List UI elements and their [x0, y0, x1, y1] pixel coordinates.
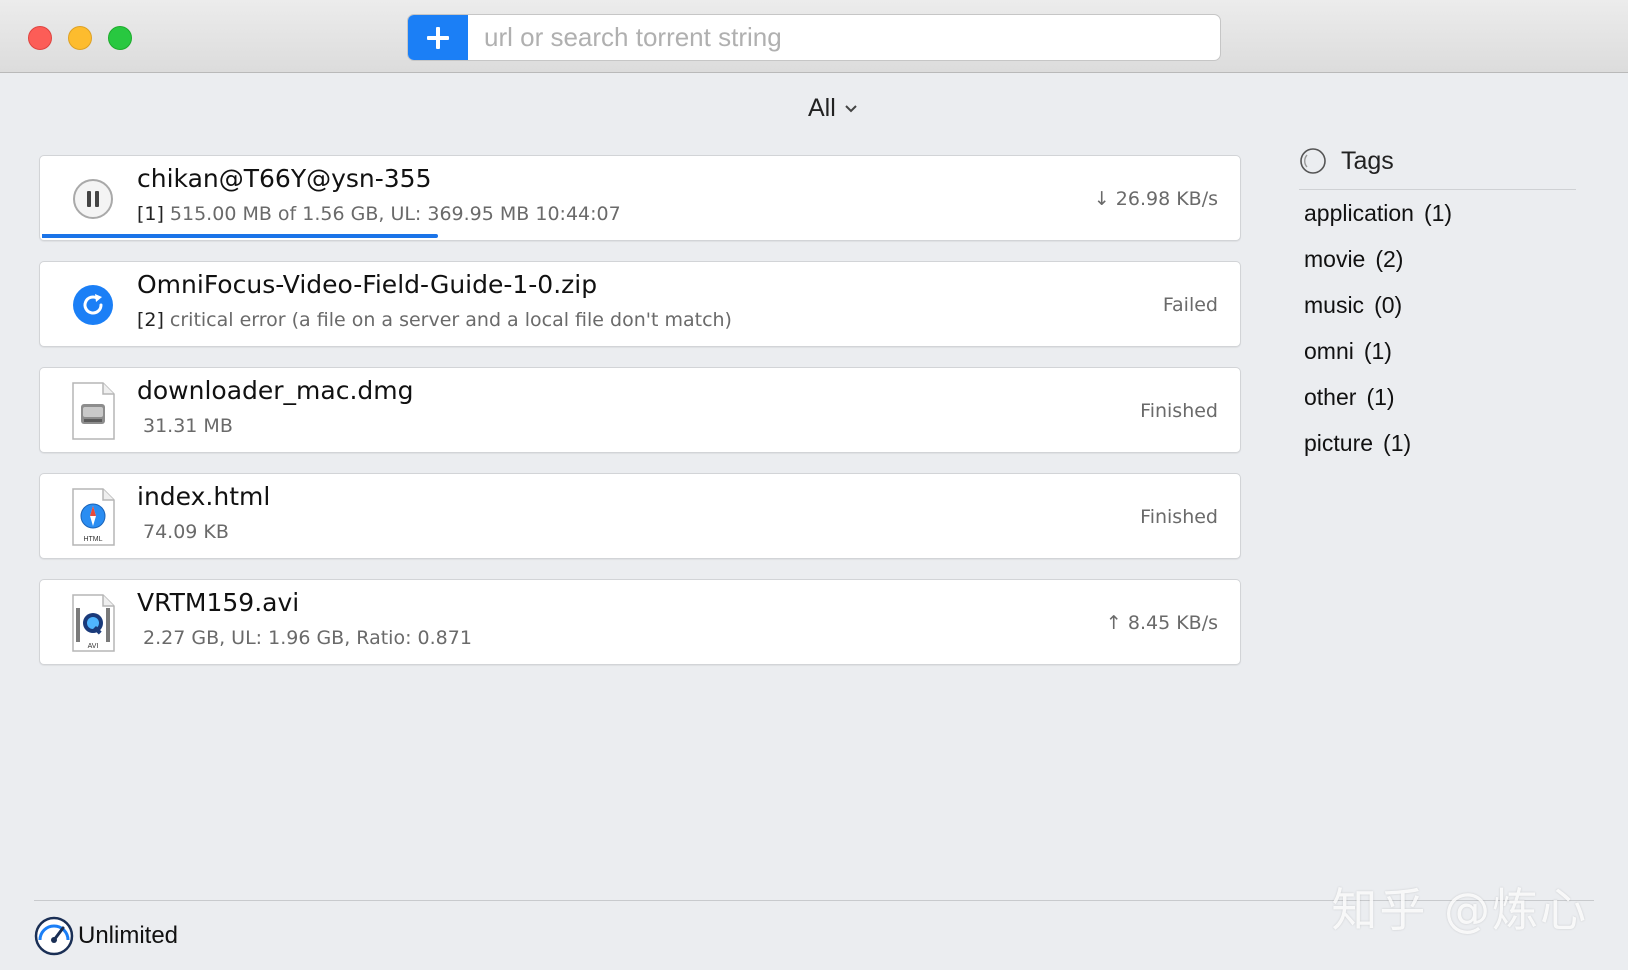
title-bar: [0, 0, 1628, 73]
disk-image-file-icon: [72, 382, 115, 440]
plus-icon: [427, 26, 449, 49]
download-detail-text: 515.00 MB of 1.56 GB, UL: 369.95 MB 10:4…: [169, 203, 621, 225]
speedometer-icon: [34, 916, 74, 956]
tag-name: music: [1304, 292, 1365, 318]
retry-button[interactable]: [68, 280, 118, 330]
tag-count: (0): [1374, 292, 1403, 318]
close-window-button[interactable]: [28, 26, 52, 50]
download-detail: [2] critical error (a file on a server an…: [137, 309, 732, 331]
tag-name: omni: [1304, 338, 1354, 364]
filter-label: All: [808, 94, 836, 122]
tag-circle-icon: [1300, 148, 1326, 174]
html-file-icon: HTML: [72, 488, 115, 546]
download-index: [1]: [137, 203, 164, 225]
download-row[interactable]: HTML index.html 74.09 KB Finished: [39, 473, 1241, 559]
avi-file-label: AVI: [88, 643, 99, 650]
tag-item-other[interactable]: other (1): [1299, 374, 1576, 420]
download-list: chikan@T66Y@ysn-355 [1] 515.00 MB of 1.56…: [39, 155, 1241, 685]
tag-item-music[interactable]: music (0): [1299, 282, 1576, 328]
tag-item-picture[interactable]: picture (1): [1299, 420, 1576, 466]
search-bar: [407, 14, 1221, 61]
download-row[interactable]: downloader_mac.dmg 31.31 MB Finished: [39, 367, 1241, 453]
speed-limit-button[interactable]: Unlimited: [34, 916, 178, 956]
file-icon-wrap: AVI: [68, 594, 118, 652]
download-row[interactable]: AVI VRTM159.avi 2.27 GB, UL: 1.96 GB, Ra…: [39, 579, 1241, 665]
tag-item-movie[interactable]: movie (2): [1299, 236, 1576, 282]
download-speed: ↑ 8.45 KB/s: [1105, 612, 1218, 634]
download-detail-text: critical error (a file on a server and a…: [169, 309, 732, 331]
download-index: [2]: [137, 309, 164, 331]
download-row[interactable]: chikan@T66Y@ysn-355 [1] 515.00 MB of 1.56…: [39, 155, 1241, 241]
download-speed: ↓ 26.98 KB/s: [1093, 188, 1218, 210]
minimize-window-button[interactable]: [68, 26, 92, 50]
download-row[interactable]: OmniFocus-Video-Field-Guide-1-0.zip [2] c…: [39, 261, 1241, 347]
file-icon-wrap: [68, 382, 118, 440]
file-icon-wrap: HTML: [68, 488, 118, 546]
download-status: Finished: [1140, 506, 1218, 528]
download-detail-text: 2.27 GB, UL: 1.96 GB, Ratio: 0.871: [143, 627, 472, 649]
watermark: 知乎 @炼心: [1331, 883, 1588, 937]
download-title: OmniFocus-Video-Field-Guide-1-0.zip: [137, 270, 598, 299]
progress-bar: [42, 234, 438, 238]
pause-icon: [73, 179, 113, 219]
pause-button[interactable]: [68, 174, 118, 224]
search-input[interactable]: [468, 15, 1220, 60]
download-title: chikan@T66Y@ysn-355: [137, 164, 432, 193]
tag-count: (1): [1366, 384, 1395, 410]
filter-dropdown[interactable]: All: [808, 94, 858, 123]
tag-count: (1): [1423, 200, 1453, 226]
tag-name: other: [1304, 384, 1357, 410]
tag-name: application: [1304, 200, 1414, 226]
retry-icon: [73, 285, 113, 325]
zoom-window-button[interactable]: [108, 26, 132, 50]
tag-count: (1): [1383, 430, 1412, 456]
avi-file-icon: AVI: [72, 594, 115, 652]
tags-title: Tags: [1341, 146, 1394, 175]
download-title: downloader_mac.dmg: [137, 376, 414, 405]
tags-header[interactable]: Tags: [1299, 143, 1576, 190]
speed-limit-label: Unlimited: [78, 922, 179, 949]
tag-count: (1): [1363, 338, 1392, 364]
tag-count: (2): [1375, 246, 1404, 272]
tag-item-application[interactable]: application (1): [1299, 190, 1576, 236]
tag-item-omni[interactable]: omni (1): [1299, 328, 1576, 374]
download-detail: 31.31 MB: [137, 415, 233, 437]
tag-name: movie: [1304, 246, 1366, 272]
tags-panel: Tags application (1) movie (2) music (0) om…: [1299, 143, 1576, 466]
download-detail-text: 74.09 KB: [143, 521, 229, 543]
download-detail: 2.27 GB, UL: 1.96 GB, Ratio: 0.871: [137, 627, 472, 649]
download-status: Failed: [1162, 294, 1218, 316]
add-download-button[interactable]: [408, 15, 468, 60]
download-detail-text: 31.31 MB: [143, 415, 233, 437]
download-title: VRTM159.avi: [137, 588, 300, 617]
download-detail: 74.09 KB: [137, 521, 229, 543]
download-title: index.html: [137, 482, 271, 511]
download-status: Finished: [1140, 400, 1218, 422]
html-file-label: HTML: [83, 536, 102, 543]
download-detail: [1] 515.00 MB of 1.56 GB, UL: 369.95 MB 1…: [137, 203, 621, 225]
tag-name: picture: [1304, 430, 1374, 456]
chevron-down-icon: [845, 104, 857, 112]
